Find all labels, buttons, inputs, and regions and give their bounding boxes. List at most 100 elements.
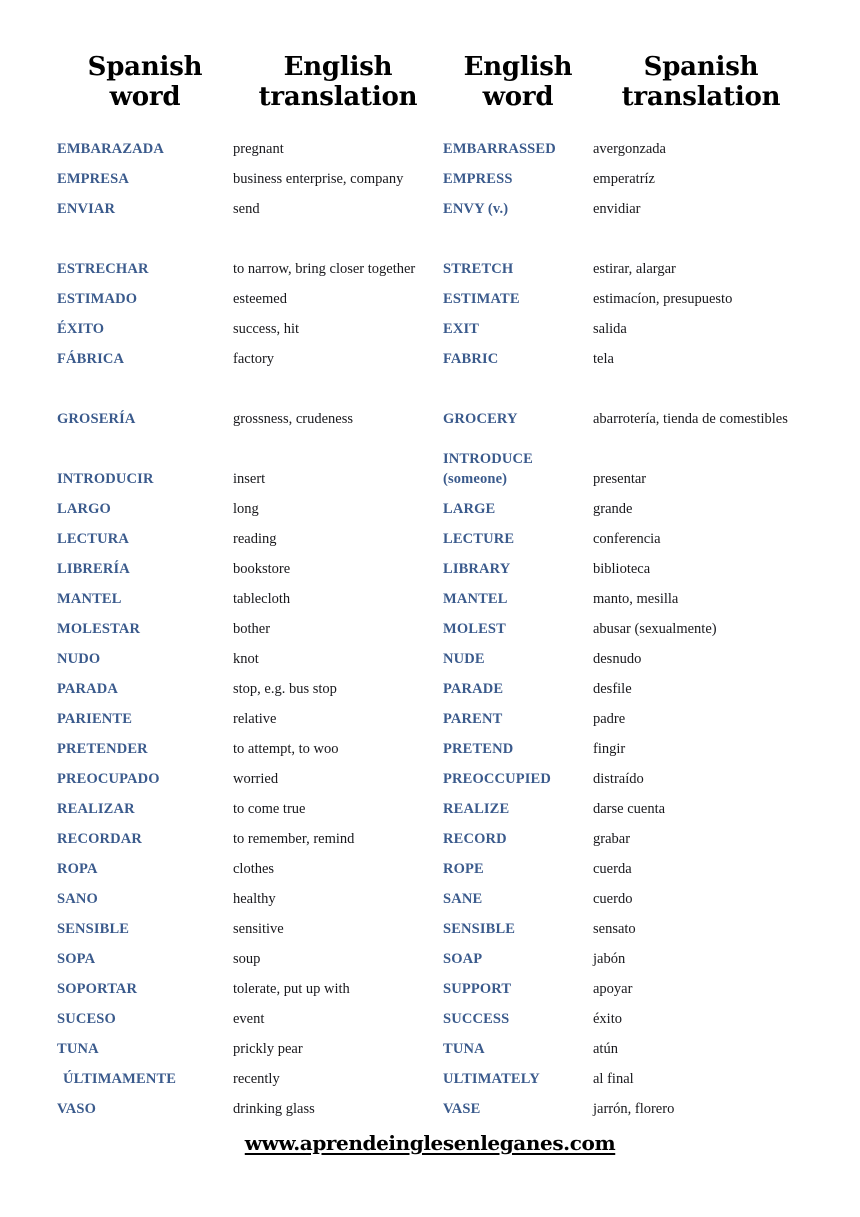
- cell-spanish-word: GROSERÍA: [57, 369, 233, 429]
- cell-spanish-word-text: PREOCUPADO: [57, 770, 160, 787]
- cell-english-translation: to remember, remind: [233, 819, 443, 849]
- cell-spanish-word: INTRODUCIR: [57, 429, 233, 489]
- cell-english-word-text: PREOCCUPIED: [443, 770, 551, 787]
- cell-spanish-translation-text: presentar: [593, 470, 647, 487]
- cell-spanish-translation: emperatríz: [593, 159, 809, 189]
- cell-english-word-text: LARGE: [443, 500, 496, 517]
- footer: www.aprendeinglesenleganes.com: [0, 1131, 860, 1155]
- cell-english-translation: bookstore: [233, 549, 443, 579]
- cell-english-word-text: MANTEL: [443, 590, 508, 607]
- cell-spanish-translation-text: conferencia: [593, 530, 661, 547]
- cell-spanish-translation: cuerda: [593, 849, 809, 879]
- cell-spanish-translation-text: manto, mesilla: [593, 590, 679, 607]
- cell-english-translation-text: to narrow, bring closer together: [233, 260, 416, 277]
- cell-english-translation-text: bookstore: [233, 560, 291, 577]
- cell-spanish-translation: avergonzada: [593, 129, 809, 159]
- cell-spanish-word-text: ÚLTIMAMENTE: [63, 1070, 177, 1087]
- table-row: ÉXITO success, hit EXIT salida: [57, 309, 809, 339]
- cell-english-word: RECORD: [443, 819, 593, 849]
- cell-spanish-translation: abarrotería, tienda de comestibles: [593, 369, 809, 429]
- cell-spanish-translation: darse cuenta: [593, 789, 809, 819]
- cell-english-word-text: SUPPORT: [443, 980, 512, 997]
- cell-spanish-word: LARGO: [57, 489, 233, 519]
- table-row: ESTRECHAR to narrow, bring closer togethe…: [57, 219, 809, 279]
- cell-spanish-word: PRETENDER: [57, 729, 233, 759]
- column-header-english-word: English word: [443, 52, 593, 129]
- table-row: LIBRERÍA bookstore LIBRARY biblioteca: [57, 549, 809, 579]
- cell-spanish-translation: manto, mesilla: [593, 579, 809, 609]
- cell-english-translation: sensitive: [233, 909, 443, 939]
- cell-english-word-text: VASE: [443, 1100, 481, 1117]
- cell-spanish-word: TUNA: [57, 1029, 233, 1059]
- cell-english-translation-text: esteemed: [233, 290, 287, 307]
- cell-english-word: SUPPORT: [443, 969, 593, 999]
- cell-spanish-translation-text: desfile: [593, 680, 632, 697]
- cell-english-translation-text: send: [233, 200, 260, 217]
- cell-english-translation: tolerate, put up with: [233, 969, 443, 999]
- cell-english-word: MOLEST: [443, 609, 593, 639]
- cell-english-translation-text: soup: [233, 950, 261, 967]
- cell-english-translation: factory: [233, 339, 443, 369]
- cell-spanish-translation: cuerdo: [593, 879, 809, 909]
- table-row: PREOCUPADO worried PREOCCUPIED distraído: [57, 759, 809, 789]
- cell-english-word-text: PARENT: [443, 710, 503, 727]
- cell-english-translation: bother: [233, 609, 443, 639]
- cell-spanish-translation: estimacíon, presupuesto: [593, 279, 809, 309]
- cell-spanish-word: ESTRECHAR: [57, 219, 233, 279]
- cell-english-translation: reading: [233, 519, 443, 549]
- cell-english-translation: long: [233, 489, 443, 519]
- cell-english-word-text: EXIT: [443, 320, 480, 337]
- column-header-english-translation-line2: translation: [258, 82, 418, 113]
- cell-spanish-word-text: GROSERÍA: [57, 410, 136, 427]
- cell-spanish-translation: desnudo: [593, 639, 809, 669]
- table-row: VASO drinking glass VASE jarrón, florero: [57, 1089, 809, 1119]
- cell-spanish-word-text: ÉXITO: [57, 320, 105, 337]
- cell-spanish-translation-text: cuerdo: [593, 890, 633, 907]
- cell-english-translation: worried: [233, 759, 443, 789]
- table-row: SOPA soup SOAP jabón: [57, 939, 809, 969]
- cell-english-word: SOAP: [443, 939, 593, 969]
- cell-spanish-word-text: NUDO: [57, 650, 101, 667]
- table-row: PARIENTE relative PARENT padre: [57, 699, 809, 729]
- cell-spanish-translation-text: apoyar: [593, 980, 633, 997]
- cell-english-word-text: GROCERY: [443, 410, 518, 427]
- cell-english-word-text: EMBARRASSED: [443, 140, 556, 157]
- cell-english-word-text: EMPRESS: [443, 170, 513, 187]
- table-row: PARADA stop, e.g. bus stop PARADE desfile: [57, 669, 809, 699]
- cell-spanish-word: LIBRERÍA: [57, 549, 233, 579]
- cell-english-translation-text: healthy: [233, 890, 276, 907]
- cell-spanish-word-text: ENVIAR: [57, 200, 116, 217]
- cell-english-word: GROCERY: [443, 369, 593, 429]
- column-header-spanish-translation-line2: translation: [621, 82, 781, 113]
- table-row: SUCESO event SUCCESS éxito: [57, 999, 809, 1029]
- cell-spanish-translation-text: abusar (sexualmente): [593, 620, 717, 637]
- cell-spanish-translation: salida: [593, 309, 809, 339]
- cell-english-word: SENSIBLE: [443, 909, 593, 939]
- table-row: EMBARAZADA pregnant EMBARRASSED avergonzada: [57, 129, 809, 159]
- cell-english-word-text: SUCCESS: [443, 1010, 510, 1027]
- cell-english-translation-text: relative: [233, 710, 277, 727]
- cell-spanish-word-text: VASO: [57, 1100, 97, 1117]
- cell-english-translation: drinking glass: [233, 1089, 443, 1119]
- cell-english-word: INTRODUCE (someone): [443, 429, 593, 489]
- table-header-row: Spanish word English translation English…: [57, 52, 809, 129]
- cell-english-translation-text: bother: [233, 620, 271, 637]
- cell-spanish-translation-text: éxito: [593, 1010, 622, 1027]
- cell-english-translation: prickly pear: [233, 1029, 443, 1059]
- cell-english-translation: insert: [233, 429, 443, 489]
- table-row: MANTEL tablecloth MANTEL manto, mesilla: [57, 579, 809, 609]
- website-link[interactable]: www.aprendeinglesenleganes.com: [245, 1131, 616, 1155]
- cell-english-word: SANE: [443, 879, 593, 909]
- column-header-english-word-line2: word: [482, 82, 554, 113]
- cell-spanish-translation: jarrón, florero: [593, 1089, 809, 1119]
- cell-english-word-text: ULTIMATELY: [443, 1070, 540, 1087]
- table-row: TUNA prickly pear TUNA atún: [57, 1029, 809, 1059]
- table-row: GROSERÍA grossness, crudeness GROCERY abarr…: [57, 369, 809, 429]
- cell-english-word: REALIZE: [443, 789, 593, 819]
- table-row: PRETENDER to attempt, to woo PRETEND fingir: [57, 729, 809, 759]
- cell-spanish-translation-text: abarrotería, tienda de comestibles: [593, 410, 788, 427]
- cell-spanish-word: SUCESO: [57, 999, 233, 1029]
- cell-english-word-text: PARADE: [443, 680, 504, 697]
- cell-english-word-text: LIBRARY: [443, 560, 511, 577]
- cell-spanish-word: MOLESTAR: [57, 609, 233, 639]
